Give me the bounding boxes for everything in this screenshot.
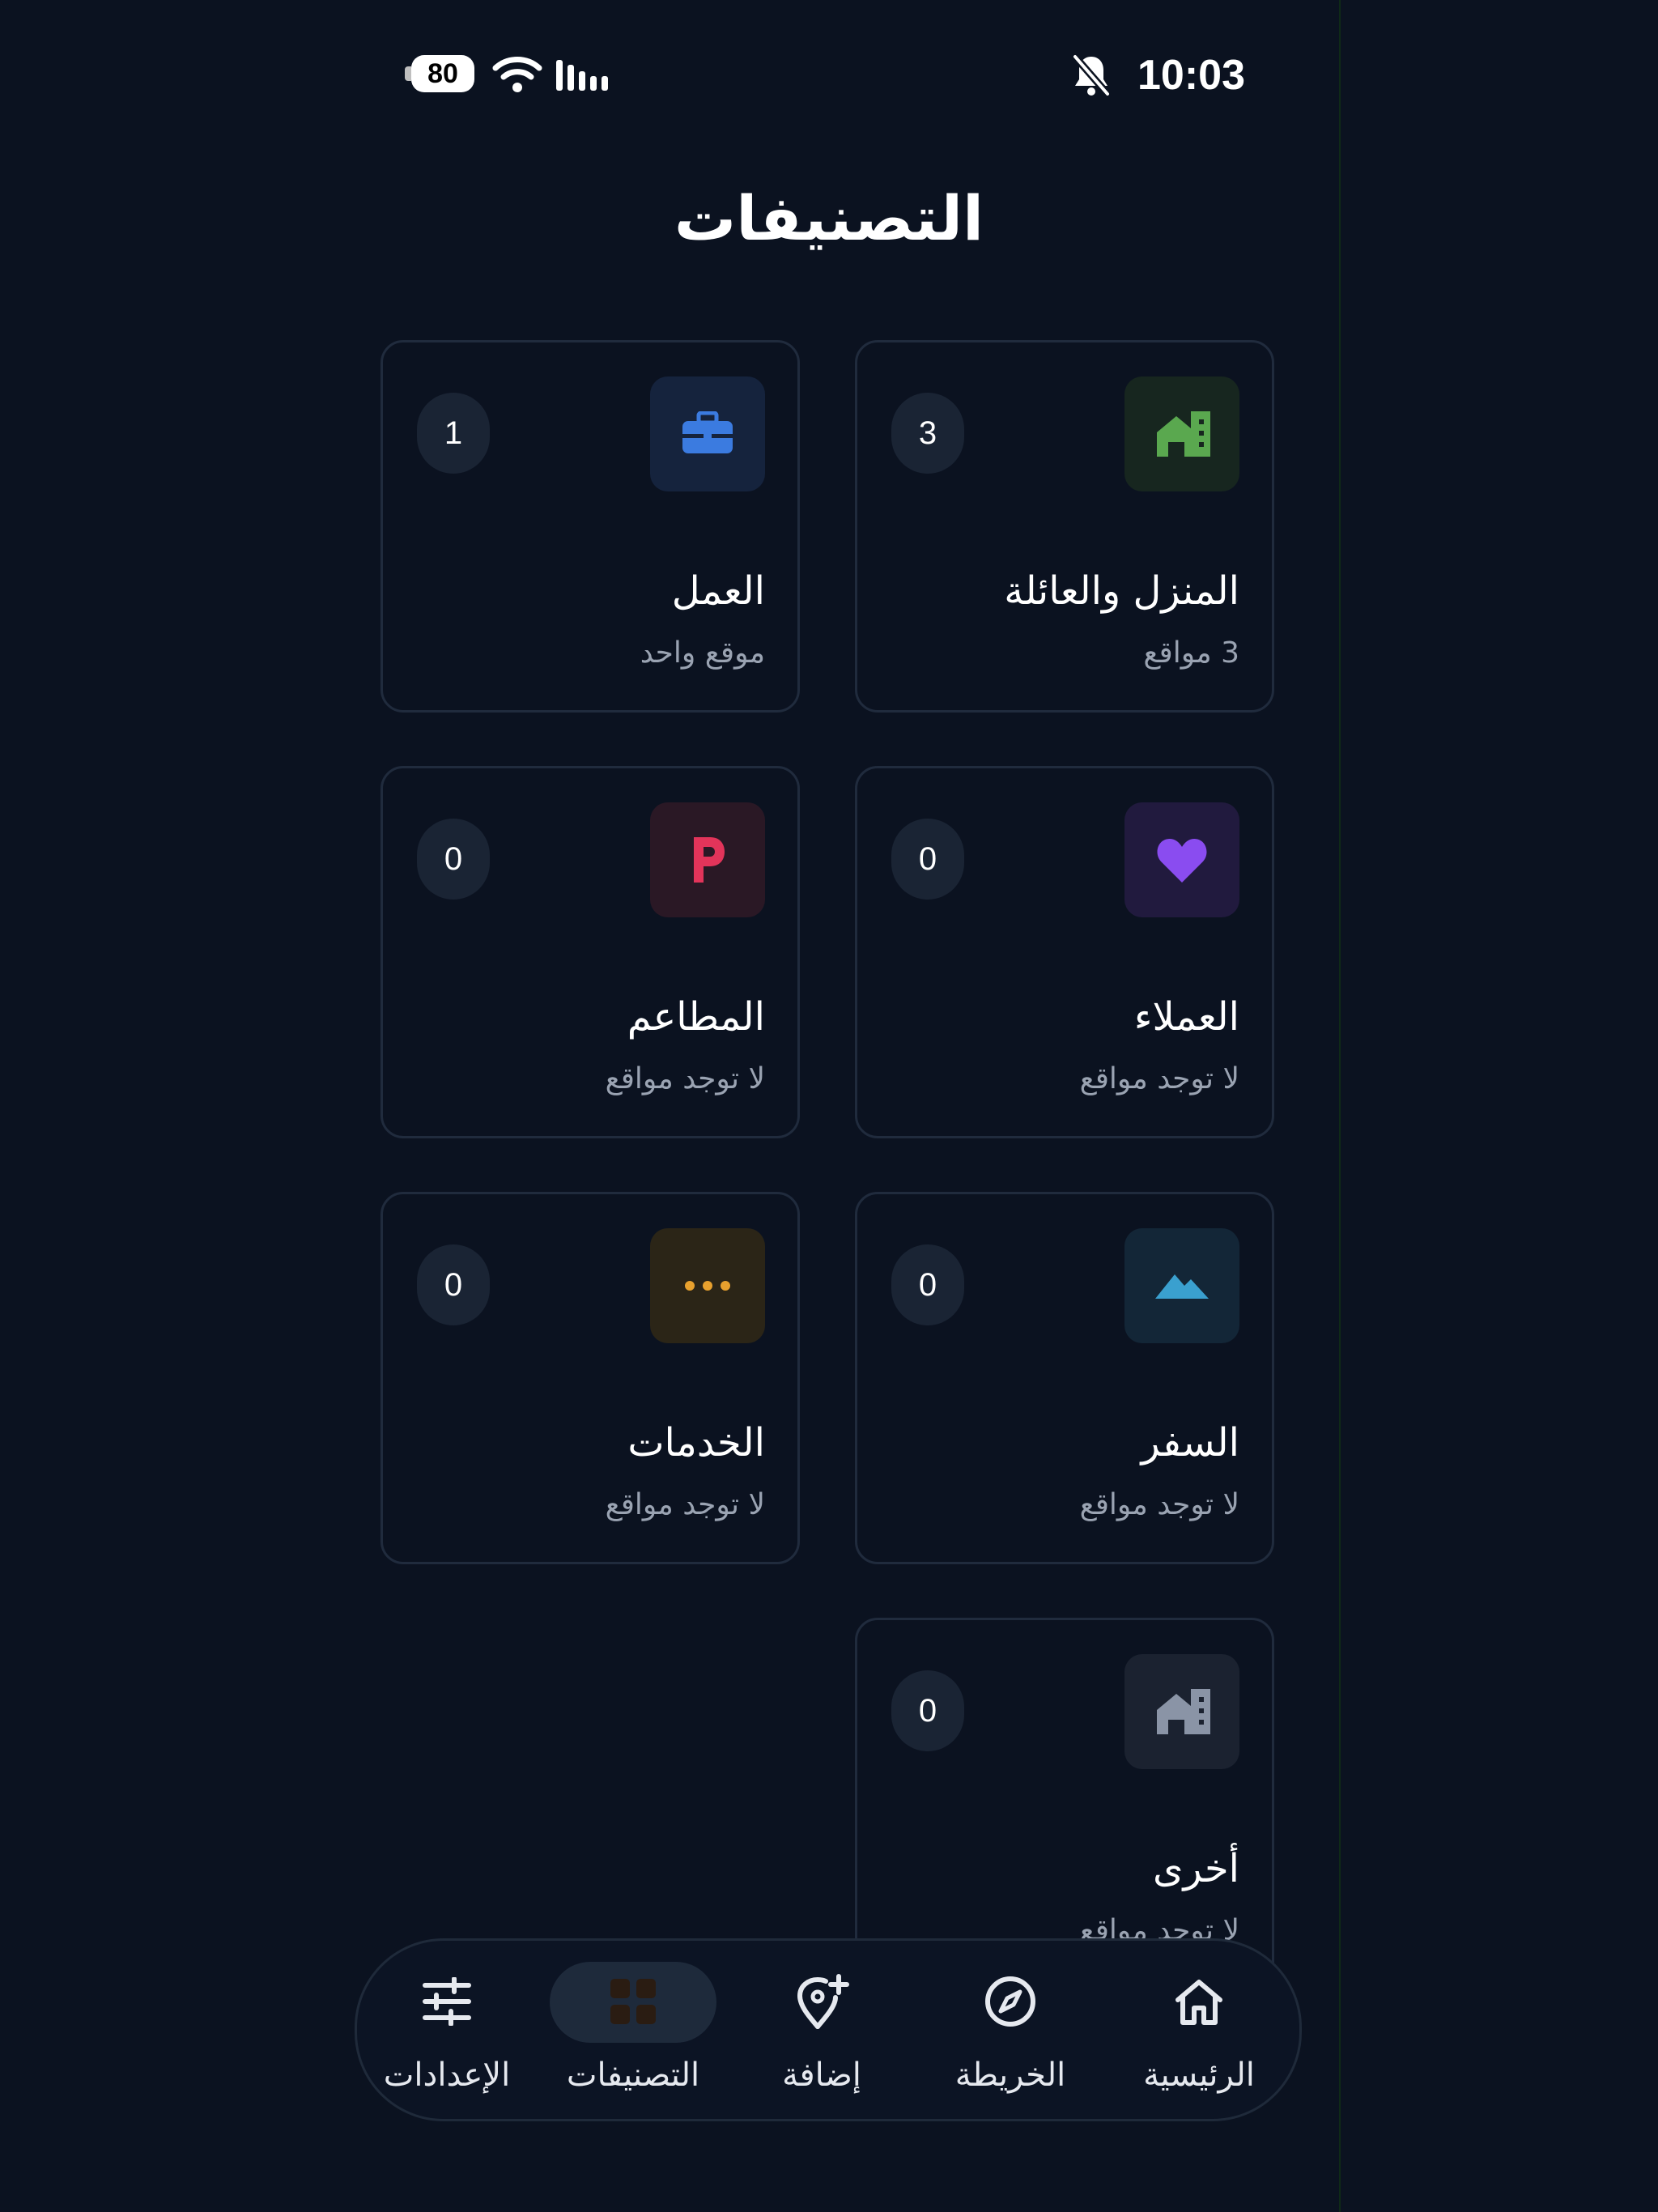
nav-label: الرئيسية <box>1143 2057 1255 2094</box>
bell-slash-icon <box>1072 54 1111 96</box>
parking-icon <box>650 802 765 917</box>
nav-item-home[interactable]: الرئيسية <box>1110 1941 1288 2124</box>
nav-item-categories[interactable]: التصنيفات <box>544 1941 722 2124</box>
category-subtitle: 3 مواقع <box>1143 636 1239 670</box>
side-panel-edge <box>1339 0 1658 2212</box>
category-card-restaurants[interactable]: 0 المطاعم لا توجد مواقع <box>380 766 800 1138</box>
location-count-badge: 1 <box>417 393 490 474</box>
location-count-badge: 3 <box>891 393 964 474</box>
category-subtitle: لا توجد مواقع <box>605 1488 765 1521</box>
nav-label: التصنيفات <box>566 2057 700 2094</box>
category-name: العملاء <box>1133 994 1239 1040</box>
status-time: 10:03 <box>1137 52 1245 99</box>
nav-label: الخريطة <box>954 2057 1066 2094</box>
category-card-travel[interactable]: 0 السفر لا توجد مواقع <box>855 1192 1274 1564</box>
location-count-badge: 0 <box>891 1244 964 1325</box>
category-subtitle: لا توجد مواقع <box>1079 1488 1239 1521</box>
category-card-other[interactable]: 0 أخرى لا توجد مواقع <box>855 1618 1274 1990</box>
wifi-icon <box>492 57 542 92</box>
location-count-badge: 0 <box>417 819 490 900</box>
category-subtitle: لا توجد مواقع <box>1079 1062 1239 1095</box>
home-icon <box>1124 376 1239 491</box>
category-name: العمل <box>671 568 765 614</box>
more-dots-icon <box>650 1228 765 1343</box>
nav-label: إضافة <box>782 2057 861 2094</box>
location-count-badge: 0 <box>417 1244 490 1325</box>
nav-label: الإعدادات <box>383 2057 511 2094</box>
battery-level: 80 <box>427 58 458 89</box>
category-name: السفر <box>1141 1420 1239 1465</box>
battery-icon: 80 <box>405 55 478 94</box>
category-name: المنزل والعائلة <box>1004 568 1239 614</box>
category-card-home[interactable]: 3 المنزل والعائلة 3 مواقع <box>855 340 1274 713</box>
heart-icon <box>1124 802 1239 917</box>
category-card-clients[interactable]: 0 العملاء لا توجد مواقع <box>855 766 1274 1138</box>
bottom-navigation: الرئيسية الخريطة إضافة التصنيفات الإعداد… <box>355 1938 1302 2121</box>
briefcase-icon <box>650 376 765 491</box>
category-subtitle: لا توجد مواقع <box>605 1062 765 1095</box>
nav-item-add[interactable]: إضافة <box>733 1941 911 2124</box>
category-subtitle: موقع واحد <box>640 636 765 670</box>
location-count-badge: 0 <box>891 1670 964 1751</box>
compass-icon <box>980 1972 1040 2031</box>
mountain-icon <box>1124 1228 1239 1343</box>
add-location-icon <box>792 1972 852 2031</box>
category-name: الخدمات <box>627 1420 765 1465</box>
category-card-work[interactable]: 1 العمل موقع واحد <box>380 340 800 713</box>
category-name: أخرى <box>1152 1846 1239 1891</box>
sliders-icon <box>417 1972 477 2031</box>
location-count-badge: 0 <box>891 819 964 900</box>
nav-item-map[interactable]: الخريطة <box>921 1941 1099 2124</box>
nav-item-settings[interactable]: الإعدادات <box>358 1941 536 2124</box>
category-name: المطاعم <box>627 994 765 1040</box>
category-card-services[interactable]: 0 الخدمات لا توجد مواقع <box>380 1192 800 1564</box>
home-outline-icon <box>1169 1972 1229 2031</box>
home-icon <box>1124 1654 1239 1769</box>
page-title: التصنيفات <box>674 182 984 254</box>
grid-icon <box>603 1972 663 2031</box>
signal-icon <box>556 60 608 91</box>
